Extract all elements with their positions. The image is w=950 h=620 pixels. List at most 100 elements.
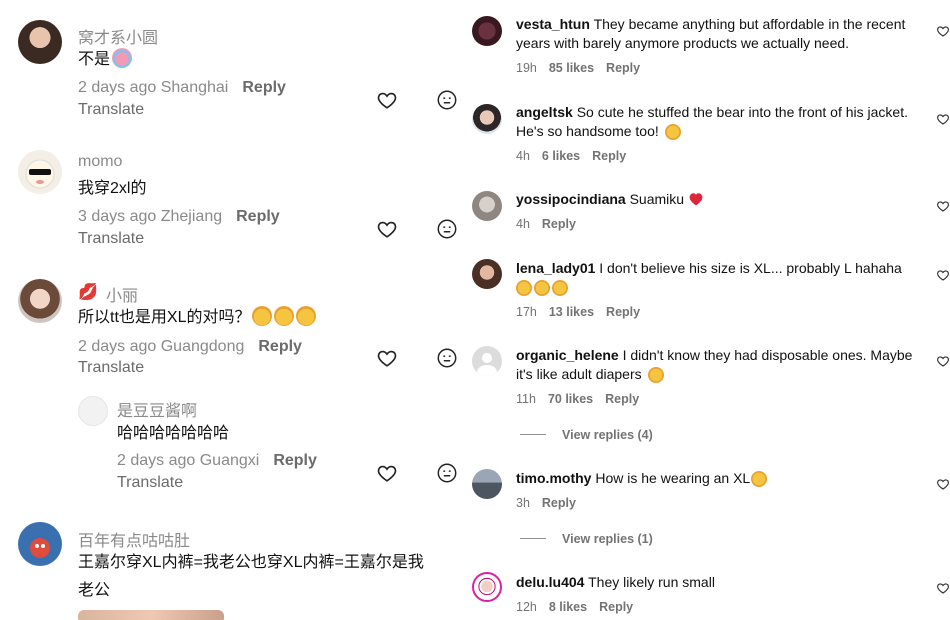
comment-meta: 2 days ago Shanghai Reply: [78, 79, 286, 96]
comment-text: 我穿2xl的: [78, 180, 147, 197]
crying-face-emoji-icon: [112, 48, 133, 68]
comment-text: 不是: [78, 46, 133, 74]
heart-outline-icon[interactable]: [376, 462, 398, 484]
avatar[interactable]: [18, 150, 62, 194]
comment-text: 哈哈哈哈哈哈哈: [117, 425, 230, 442]
right-comment-pane: vesta_htun They became anything but affo…: [470, 0, 950, 620]
reply-button[interactable]: Reply: [273, 452, 317, 469]
reply-button[interactable]: Reply: [606, 61, 640, 75]
red-lips-emoji-icon: 💋: [78, 284, 98, 301]
likes-count[interactable]: 70 likes: [548, 392, 593, 406]
heart-outline-icon[interactable]: [936, 354, 950, 368]
comment-body: organic_helene I didn't know they had di…: [516, 346, 926, 384]
heart-eyes-emoji-icon: [664, 124, 681, 140]
comment-meta: 3h Reply: [516, 496, 576, 510]
comment-body: delu.lu404 They likely run small: [516, 573, 926, 592]
avatar[interactable]: [472, 346, 502, 376]
avatar[interactable]: [78, 396, 108, 426]
comment-username[interactable]: momo: [78, 153, 122, 171]
heart-outline-icon[interactable]: [936, 268, 950, 282]
default-avatar-icon: [477, 353, 497, 376]
comment-text: So cute he stuffed the bear into the fro…: [516, 104, 908, 139]
likes-count[interactable]: 85 likes: [549, 61, 594, 75]
comment-meta: 2 days ago Guangxi Reply: [117, 452, 317, 469]
reply-button[interactable]: Reply: [599, 600, 633, 614]
heart-outline-icon[interactable]: [376, 347, 398, 369]
avatar-cartoon-icon: [30, 538, 50, 558]
emoji-face-icon[interactable]: [436, 462, 458, 484]
laughing-emoji-icon: [534, 280, 550, 296]
thinking-emoji-icon: [751, 471, 768, 487]
heart-outline-icon[interactable]: [376, 218, 398, 240]
emoji-icon: [252, 306, 273, 326]
comment-meta: 4h 6 likes Reply: [516, 149, 627, 163]
laughing-emoji-icon: [516, 280, 532, 296]
view-replies-button[interactable]: View replies (1): [520, 532, 653, 546]
comment-text: They likely run small: [588, 574, 715, 590]
reply-button[interactable]: Reply: [542, 217, 576, 231]
heart-outline-icon[interactable]: [936, 581, 950, 595]
heart-outline-icon[interactable]: [376, 89, 398, 111]
comment-meta: 12h 8 likes Reply: [516, 600, 634, 614]
comment-text: I don't believe his size is XL... probab…: [599, 260, 902, 276]
heart-outline-icon[interactable]: [936, 477, 950, 491]
comment-image-thumbnail[interactable]: [78, 610, 224, 620]
avatar[interactable]: [472, 104, 502, 134]
comment-text: 所以tt也是用XL的对吗？: [78, 304, 317, 332]
view-replies-button[interactable]: View replies (4): [520, 428, 653, 442]
comment-text-line: 王嘉尔穿XL内裤=我老公也穿XL内裤=王嘉尔是我: [78, 554, 424, 571]
heart-outline-icon[interactable]: [936, 199, 950, 213]
avatar[interactable]: [472, 191, 502, 221]
avatar[interactable]: [18, 279, 62, 323]
emoji-face-icon[interactable]: [436, 218, 458, 240]
comment-meta: 3 days ago Zhejiang Reply: [78, 208, 280, 225]
reply-button[interactable]: Reply: [592, 149, 626, 163]
heart-outline-icon[interactable]: [936, 112, 950, 126]
reply-button[interactable]: Reply: [605, 392, 639, 406]
emoji-icon: [274, 306, 295, 326]
comment-username[interactable]: vesta_htun: [516, 16, 590, 32]
comment-username[interactable]: 是豆豆酱啊: [117, 397, 197, 421]
avatar-with-story-ring[interactable]: [472, 572, 502, 602]
avatar[interactable]: [18, 522, 62, 566]
likes-count[interactable]: 6 likes: [542, 149, 580, 163]
avatar[interactable]: [472, 259, 502, 289]
translate-button[interactable]: Translate: [78, 230, 144, 248]
comment-body: yossipocindiana Suamiku: [516, 190, 926, 209]
comment-username[interactable]: delu.lu404: [516, 574, 584, 590]
comment-username[interactable]: lena_lady01: [516, 260, 595, 276]
comment-username[interactable]: organic_helene: [516, 347, 619, 363]
comment-username[interactable]: yossipocindiana: [516, 191, 626, 207]
comment-body: timo.mothy How is he wearing an XL: [516, 469, 926, 488]
comment-username[interactable]: 窝才系小圆: [78, 24, 158, 48]
emoji-icon: [296, 306, 317, 326]
comment-username[interactable]: 小丽: [106, 282, 138, 306]
comment-meta: 11h 70 likes Reply: [516, 392, 640, 406]
likes-count[interactable]: 13 likes: [549, 305, 594, 319]
reply-button[interactable]: Reply: [236, 208, 280, 225]
comment-text: Suamiku: [629, 191, 685, 207]
comment-meta: 19h 85 likes Reply: [516, 61, 641, 75]
reply-button[interactable]: Reply: [606, 305, 640, 319]
reply-button[interactable]: Reply: [542, 496, 576, 510]
laughing-emoji-icon: [552, 280, 568, 296]
likes-count[interactable]: 8 likes: [549, 600, 587, 614]
translate-button[interactable]: Translate: [78, 359, 144, 377]
comment-username[interactable]: timo.mothy: [516, 470, 591, 486]
avatar[interactable]: [18, 20, 62, 64]
comment-username[interactable]: angeltsk: [516, 104, 573, 120]
comment-meta: 17h 13 likes Reply: [516, 305, 641, 319]
comment-text-line: 老公: [78, 582, 111, 599]
emoji-face-icon[interactable]: [436, 347, 458, 369]
translate-button[interactable]: Translate: [117, 474, 183, 492]
avatar[interactable]: [472, 16, 502, 46]
reply-button[interactable]: Reply: [242, 79, 286, 96]
comment-meta: 4h Reply: [516, 217, 576, 231]
heart-outline-icon[interactable]: [936, 24, 950, 38]
emoji-face-icon[interactable]: [436, 89, 458, 111]
reply-button[interactable]: Reply: [258, 338, 302, 355]
translate-button[interactable]: Translate: [78, 101, 144, 119]
avatar[interactable]: [472, 469, 502, 499]
comment-body: vesta_htun They became anything but affo…: [516, 15, 926, 53]
comment-username[interactable]: 百年有点咕咕肚: [78, 527, 190, 551]
